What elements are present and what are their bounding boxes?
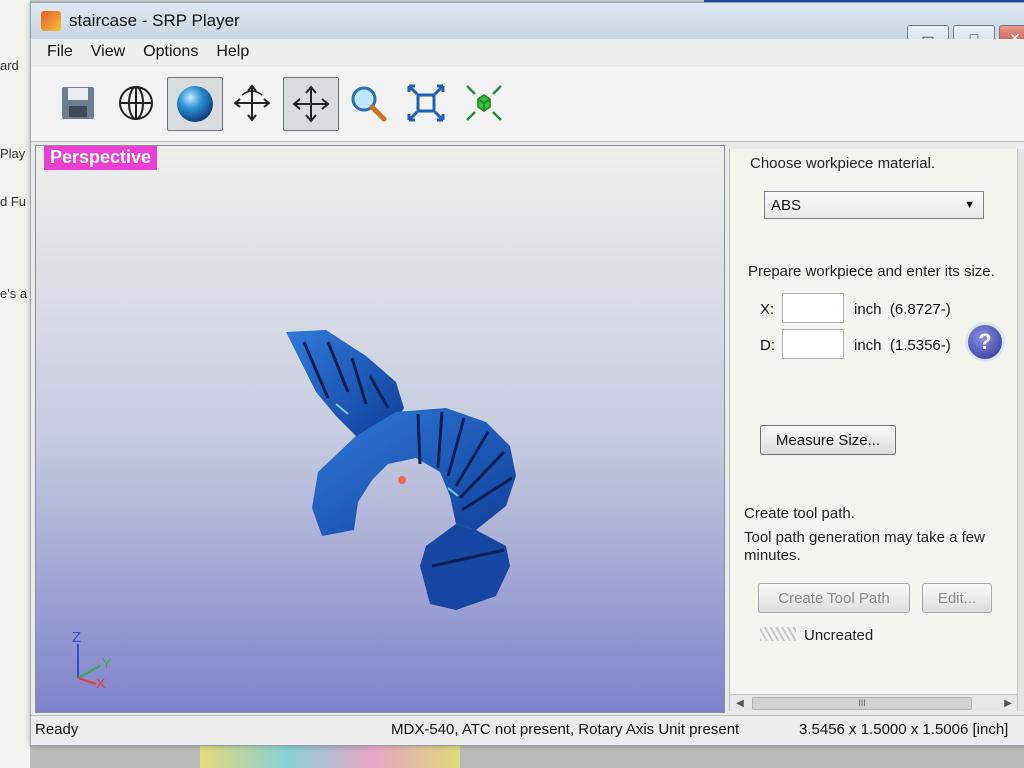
status-bar: Ready MDX-540, ATC not present, Rotary A… xyxy=(31,715,1024,744)
scroll-left-icon[interactable]: ◀ xyxy=(732,695,748,711)
help-icon[interactable]: ? xyxy=(968,325,1002,359)
d-label: D: xyxy=(760,337,775,354)
fit-object-button[interactable] xyxy=(457,77,511,129)
shaded-view-button[interactable] xyxy=(167,77,223,131)
model-dimensions: 3.5456 x 1.5000 x 1.5006 [inch] xyxy=(799,721,1009,738)
background-window: ard Play d Fu e's a xyxy=(0,0,31,768)
rotate-icon xyxy=(233,84,271,122)
move-icon xyxy=(292,85,330,123)
toolbar xyxy=(31,67,1024,142)
scroll-right-icon[interactable]: ▶ xyxy=(1000,695,1016,711)
toolpath-note: Tool path generation may take a few minu… xyxy=(744,529,985,564)
control-panel: Choose workpiece material. ABS ▼ Prepare… xyxy=(729,149,1024,711)
app-icon xyxy=(41,11,61,31)
save-icon xyxy=(62,87,94,119)
rotate-button[interactable] xyxy=(225,77,279,129)
window-title: staircase - SRP Player xyxy=(69,11,240,30)
panel-vertical-scrollbar[interactable] xyxy=(1017,149,1024,711)
menu-file[interactable]: File xyxy=(47,43,73,61)
material-prompt: Choose workpiece material. xyxy=(750,155,936,172)
menu-options[interactable]: Options xyxy=(143,43,198,61)
size-prompt: Prepare workpiece and enter its size. xyxy=(748,263,995,280)
menu-view[interactable]: View xyxy=(91,43,125,61)
staircase-model xyxy=(286,330,516,610)
d-unit: inch (1.5356-) xyxy=(854,337,951,354)
axis-y-label: Y xyxy=(102,655,112,671)
srp-player-window: staircase - SRP Player ▭ □ ✕ File View O… xyxy=(30,2,1024,746)
3d-viewport[interactable]: Perspective Z Y X xyxy=(35,145,725,713)
pan-button[interactable] xyxy=(283,77,339,131)
globe-view-button[interactable] xyxy=(109,77,163,129)
panel-horizontal-scrollbar[interactable]: ◀ III ▶ xyxy=(730,694,1018,711)
toolpath-title: Create tool path. xyxy=(744,505,855,522)
fit-cube-icon xyxy=(466,85,502,121)
zoom-button[interactable] xyxy=(341,77,395,129)
x-size-input[interactable] xyxy=(782,293,844,323)
measure-size-button[interactable]: Measure Size... xyxy=(760,425,896,455)
scroll-thumb[interactable]: III xyxy=(752,697,972,710)
background-thumbnail xyxy=(200,746,460,768)
material-select[interactable]: ABS ▼ xyxy=(764,191,984,219)
d-size-input[interactable] xyxy=(782,329,844,359)
chevron-down-icon: ▼ xyxy=(964,199,975,211)
taskbar-area xyxy=(30,746,1024,768)
save-button[interactable] xyxy=(51,77,105,129)
material-value: ABS xyxy=(771,196,802,214)
axis-z-label: Z xyxy=(72,630,81,646)
background-text: d Fu xyxy=(0,194,27,209)
sphere-icon xyxy=(177,86,213,122)
menu-bar: File View Options Help xyxy=(31,39,1024,65)
title-bar[interactable]: staircase - SRP Player xyxy=(31,3,1024,40)
zoom-icon xyxy=(351,86,387,122)
create-toolpath-button[interactable]: Create Tool Path xyxy=(758,583,910,613)
edit-button[interactable]: Edit... xyxy=(922,583,992,613)
background-text: e's a xyxy=(0,286,28,301)
status-ready: Ready xyxy=(35,721,79,738)
x-label: X: xyxy=(760,301,775,318)
axis-x-label: X xyxy=(96,675,106,690)
background-text: ard xyxy=(0,58,19,73)
toolpath-status: Uncreated xyxy=(804,627,874,644)
x-unit: inch (6.8727-) xyxy=(854,301,951,318)
fit-icon xyxy=(407,84,445,122)
machine-status: MDX-540, ATC not present, Rotary Axis Un… xyxy=(391,721,740,738)
globe-icon xyxy=(119,86,153,120)
toolpath-status-icon xyxy=(760,627,796,641)
menu-help[interactable]: Help xyxy=(216,43,249,61)
axis-gizmo: Z Y X xyxy=(72,630,112,690)
fit-view-button[interactable] xyxy=(399,77,453,129)
background-text: Play xyxy=(0,146,26,161)
